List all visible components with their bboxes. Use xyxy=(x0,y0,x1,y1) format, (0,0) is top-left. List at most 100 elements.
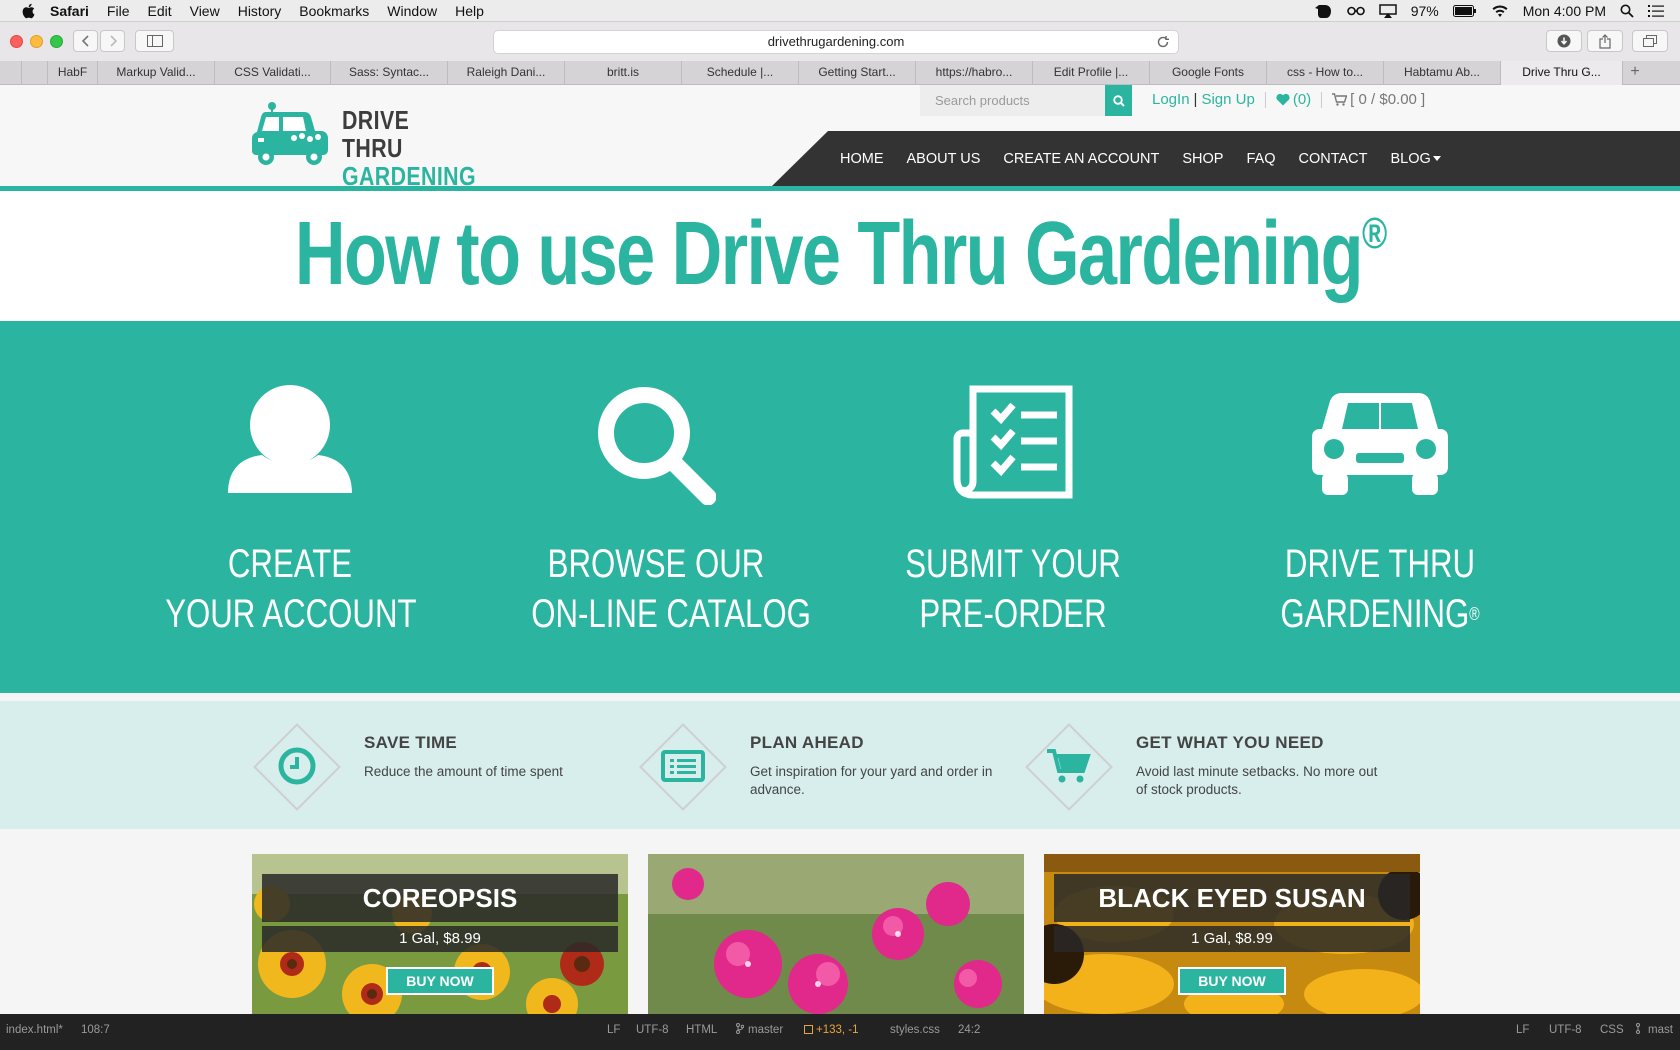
cart-summary[interactable]: [ 0 / $0.00 ] xyxy=(1350,91,1425,108)
nav-create-account[interactable]: CREATE AN ACCOUNT xyxy=(1003,151,1159,167)
status-cursor-position-2[interactable]: 24:2 xyxy=(958,1014,980,1050)
buy-now-button[interactable]: BUY NOW xyxy=(1178,967,1286,995)
login-link[interactable]: LogIn xyxy=(1152,91,1190,108)
notification-center-icon[interactable] xyxy=(1648,5,1664,17)
signup-link[interactable]: Sign Up xyxy=(1201,91,1254,108)
window-close-button[interactable] xyxy=(10,35,23,48)
menu-app-name[interactable]: Safari xyxy=(50,3,89,19)
tab[interactable]: HabF xyxy=(48,61,98,85)
menu-bookmarks[interactable]: Bookmarks xyxy=(299,3,369,19)
menu-file[interactable]: File xyxy=(107,3,130,19)
menu-edit[interactable]: Edit xyxy=(147,3,171,19)
status-branch-2[interactable]: mast xyxy=(1636,1014,1673,1050)
tab[interactable]: britt.is xyxy=(565,61,682,85)
reload-icon[interactable] xyxy=(1156,35,1170,49)
tab[interactable]: Raleigh Dani... xyxy=(448,61,565,85)
status-line-ending-2[interactable]: LF xyxy=(1516,1014,1529,1050)
product-search xyxy=(920,85,1132,116)
glasses-icon[interactable] xyxy=(1346,5,1365,17)
step-line-2: PRE-ORDER xyxy=(919,592,1107,636)
download-icon xyxy=(1557,34,1571,48)
registered-mark: ® xyxy=(1361,209,1387,258)
site-logo[interactable]: DRIVE THRU GARDENING xyxy=(252,100,492,190)
git-branch-icon xyxy=(736,1023,745,1034)
product-card-phlox[interactable] xyxy=(648,854,1024,1014)
wifi-icon[interactable] xyxy=(1491,4,1509,18)
benefit-save-time: SAVE TIME Reduce the amount of time spen… xyxy=(252,701,582,829)
status-cursor-position[interactable]: 108:7 xyxy=(81,1014,110,1050)
tab[interactable]: Edit Profile |... xyxy=(1033,61,1150,85)
window-zoom-button[interactable] xyxy=(50,35,63,48)
search-input[interactable] xyxy=(920,85,1105,116)
status-encoding-2[interactable]: UTF-8 xyxy=(1549,1014,1582,1050)
checklist-icon xyxy=(953,385,1073,499)
tab[interactable]: css - How to... xyxy=(1267,61,1384,85)
search-button[interactable] xyxy=(1105,85,1132,116)
apple-icon[interactable] xyxy=(20,3,38,19)
product-card-coreopsis[interactable]: COREOPSIS 1 Gal, $8.99 BUY NOW xyxy=(252,854,628,1014)
tab[interactable]: CSS Validati... xyxy=(215,61,331,85)
step-line-2: ON-LINE CATALOG xyxy=(531,592,811,636)
chevron-right-icon xyxy=(109,35,117,47)
nav-blog[interactable]: BLOG xyxy=(1391,151,1441,167)
tab[interactable]: Schedule |... xyxy=(682,61,799,85)
featured-products: COREOPSIS 1 Gal, $8.99 BUY NOW BLACK EYE… xyxy=(0,829,1680,1014)
heart-icon[interactable] xyxy=(1276,93,1290,106)
step-label: BROWSE OUR ON-LINE CATALOG xyxy=(496,539,816,639)
menu-history[interactable]: History xyxy=(238,3,282,19)
menu-view[interactable]: View xyxy=(190,3,220,19)
new-tab-button[interactable]: + xyxy=(1623,61,1647,84)
nav-faq[interactable]: FAQ xyxy=(1246,151,1275,167)
status-line-ending[interactable]: LF xyxy=(607,1014,620,1050)
status-branch[interactable]: master xyxy=(736,1014,783,1050)
nav-contact[interactable]: CONTACT xyxy=(1299,151,1368,167)
divider xyxy=(1264,91,1266,108)
status-diff-count: +133, -1 xyxy=(816,1024,859,1036)
wishlist-count[interactable]: (0) xyxy=(1293,91,1311,108)
nav-about-us[interactable]: ABOUT US xyxy=(907,151,981,167)
logo-wordmark: DRIVE THRU GARDENING xyxy=(342,106,505,190)
airplay-icon[interactable] xyxy=(1378,4,1397,18)
address-bar[interactable]: drivethrugardening.com xyxy=(493,30,1179,54)
share-button[interactable] xyxy=(1587,30,1623,52)
tab[interactable]: Habtamu Ab... xyxy=(1384,61,1501,85)
tab[interactable]: Sass: Syntac... xyxy=(331,61,448,85)
how-it-works-steps: CREATE YOUR ACCOUNT BROWSE OUR ON-LINE C… xyxy=(0,321,1680,693)
status-filename-2[interactable]: styles.css xyxy=(890,1014,940,1050)
status-grammar[interactable]: HTML xyxy=(686,1014,717,1050)
tab-pinned[interactable] xyxy=(22,61,48,85)
status-encoding[interactable]: UTF-8 xyxy=(636,1014,669,1050)
tab-active[interactable]: Drive Thru G... xyxy=(1501,61,1623,85)
tab[interactable]: Markup Valid... xyxy=(98,61,215,85)
tab-overview-button[interactable] xyxy=(1632,30,1668,52)
tab[interactable]: Getting Start... xyxy=(799,61,916,85)
back-button[interactable] xyxy=(73,30,98,52)
cart-icon[interactable] xyxy=(1332,93,1348,106)
tab[interactable]: Google Fonts xyxy=(1150,61,1267,85)
menu-help[interactable]: Help xyxy=(455,3,484,19)
menu-clock[interactable]: Mon 4:00 PM xyxy=(1523,3,1606,19)
forward-button[interactable] xyxy=(100,30,125,52)
battery-icon[interactable] xyxy=(1452,5,1477,17)
spotlight-icon[interactable] xyxy=(1620,4,1634,18)
menu-window[interactable]: Window xyxy=(387,3,437,19)
sidebar-toggle-button[interactable] xyxy=(135,30,174,52)
product-price: 1 Gal, $8.99 xyxy=(1054,926,1410,952)
step-line-2: GARDENING xyxy=(1280,592,1470,636)
status-git-diff[interactable]: +133, -1 xyxy=(804,1014,859,1050)
status-filename[interactable]: index.html* xyxy=(6,1014,63,1050)
nav-home[interactable]: HOME xyxy=(840,151,884,167)
status-branch-name: master xyxy=(748,1024,784,1036)
product-card-black-eyed-susan[interactable]: BLACK EYED SUSAN 1 Gal, $8.99 BUY NOW xyxy=(1044,854,1420,1014)
nav-shop[interactable]: SHOP xyxy=(1182,151,1223,167)
buy-now-button[interactable]: BUY NOW xyxy=(386,967,494,995)
tab[interactable]: https://habro... xyxy=(916,61,1033,85)
downloads-button[interactable] xyxy=(1546,30,1582,52)
list-icon xyxy=(661,750,705,782)
window-minimize-button[interactable] xyxy=(30,35,43,48)
tab-pinned[interactable] xyxy=(0,61,22,85)
cart-icon xyxy=(1047,749,1091,783)
browser-toolbar: drivethrugardening.com xyxy=(0,22,1680,61)
status-grammar-2[interactable]: CSS xyxy=(1600,1014,1624,1050)
evernote-icon[interactable] xyxy=(1314,3,1333,19)
